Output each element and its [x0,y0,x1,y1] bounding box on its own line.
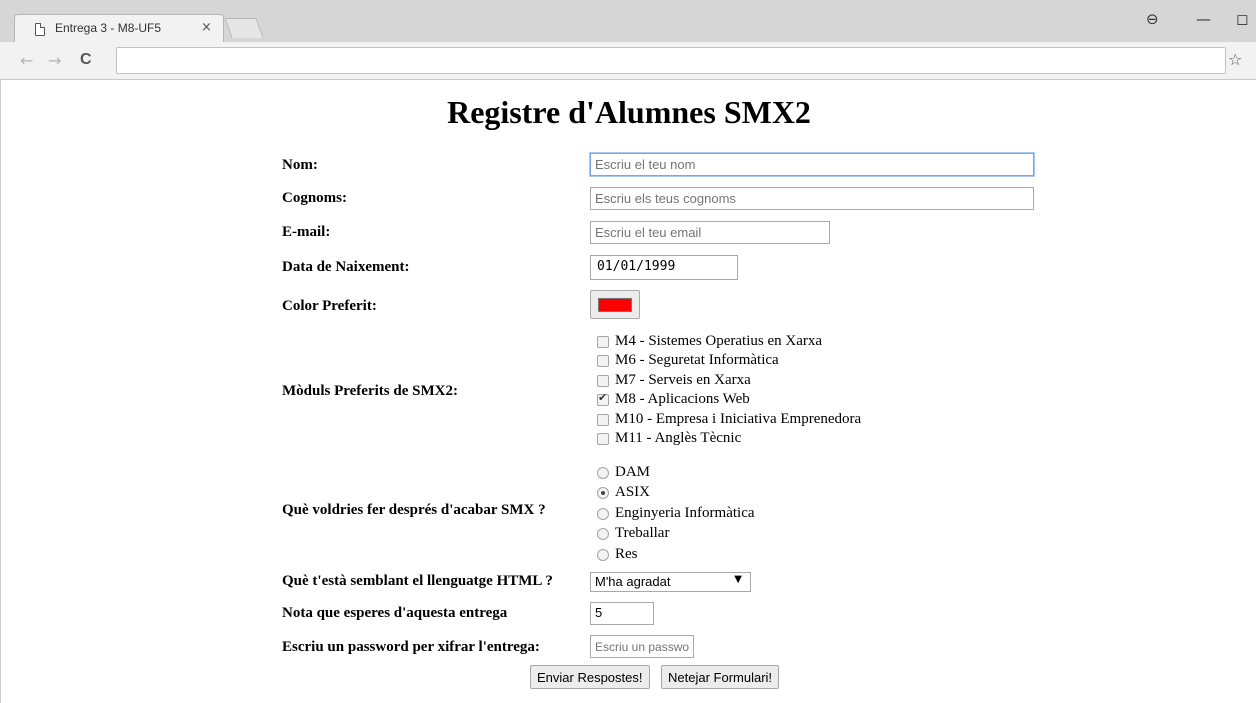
address-bar[interactable] [116,47,1226,74]
futur-option-label: Enginyeria Informàtica [615,504,755,521]
date-input[interactable]: 01/01/1999 [590,255,738,280]
modul-option-label: M11 - Anglès Tècnic [615,430,742,446]
browser-toolbar: ← → C ☆ [0,42,1256,80]
restore-button[interactable]: ◻ [1236,10,1248,28]
password-label: Escriu un password per xifrar l'entrega: [282,639,540,655]
radio-button[interactable] [597,507,609,520]
naixement-label: Data de Naixement: [282,259,410,275]
nom-input[interactable] [590,153,1034,176]
browser-tab[interactable]: Entrega 3 - M8-UF5 × [14,14,224,42]
futur-option-label: Res [615,545,638,562]
modul-option-label: M8 - Aplicacions Web [615,391,750,408]
checkbox[interactable] [597,391,609,407]
moduls-label: Mòduls Preferits de SMX2: [282,383,458,399]
modul-option-label: M7 - Serveis en Xarxa [615,371,751,388]
minimize-button[interactable]: — [1196,10,1211,28]
html-opinio-select[interactable]: M'ha agradat ▼ [590,572,751,592]
reload-icon[interactable]: C [80,51,92,69]
checkbox[interactable] [597,336,609,348]
password-input[interactable] [590,635,694,658]
page-content: Registre d'Alumnes SMX2 Nom: Cognoms: E-… [0,80,1256,703]
checkbox[interactable] [597,413,609,426]
forward-icon[interactable]: → [48,51,61,70]
html-opinio-label: Què t'està semblant el llenguatge HTML ? [282,573,553,589]
nom-label: Nom: [282,157,318,173]
futur-option-label: DAM [615,464,651,480]
radio-button[interactable] [597,487,609,500]
nota-label: Nota que esperes d'aquesta entrega [282,605,508,621]
tab-strip: Entrega 3 - M8-UF5 × ⊖ — ◻ [0,0,1256,42]
email-input[interactable] [590,221,830,244]
radio-button[interactable] [597,467,609,479]
modul-option-label: M4 - Sistemes Operatius en Xarxa [615,333,823,349]
futur-option-label: ASIX [615,484,651,501]
reset-button[interactable]: Netejar Formulari! [661,665,780,689]
checkbox[interactable] [597,433,609,445]
page-title: Registre d'Alumnes SMX2 [447,94,811,130]
tab-close-icon[interactable]: × [201,20,212,35]
submit-button[interactable]: Enviar Respostes! [530,665,650,689]
html-opinio-value: M'ha agradat [595,574,671,589]
cognoms-input[interactable] [590,187,1034,210]
cognoms-label: Cognoms: [282,190,348,206]
radio-button[interactable] [597,528,609,541]
bookmark-star-icon[interactable]: ☆ [1228,50,1242,69]
chevron-down-icon: ▼ [734,574,742,585]
color-label: Color Preferit: [282,298,377,314]
back-icon[interactable]: ← [20,51,33,70]
radio-button[interactable] [597,548,609,561]
checkbox[interactable] [597,374,609,387]
tab-title: Entrega 3 - M8-UF5 [55,21,162,35]
checkbox[interactable] [597,355,609,368]
futur-option-label: Treballar [615,525,670,542]
color-picker[interactable] [590,290,640,319]
new-tab-button[interactable] [224,18,264,38]
color-swatch [598,298,632,312]
email-label: E-mail: [282,224,331,240]
futur-label: Què voldries fer després d'acabar SMX ? [282,502,546,518]
profile-icon[interactable]: ⊖ [1146,10,1159,28]
modul-option-label: M6 - Seguretat Informàtica [615,352,779,369]
page-icon [35,23,45,36]
nota-input[interactable]: 5 [590,602,654,625]
modul-option-label: M10 - Empresa i Iniciativa Emprenedora [615,410,862,427]
